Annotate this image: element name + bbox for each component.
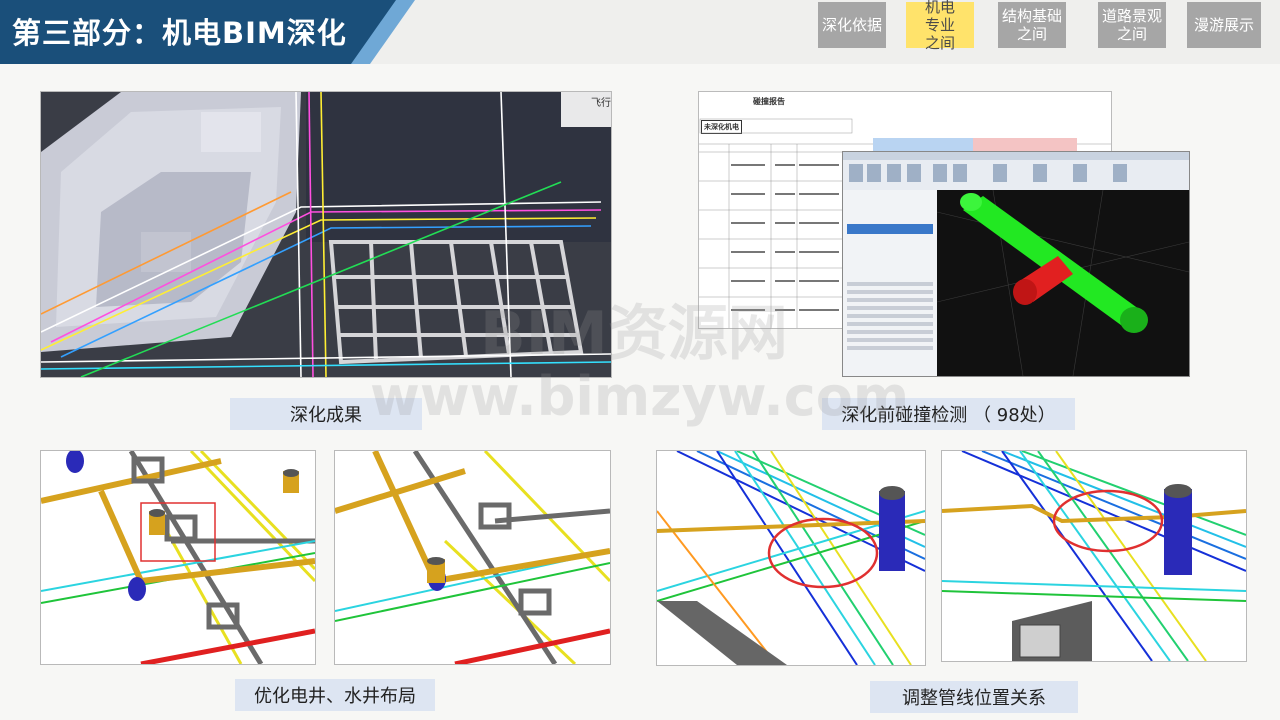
caption-pipes: 调整管线位置关系 (870, 681, 1078, 713)
caption-clash: 深化前碰撞检测 （ 98处） (822, 398, 1075, 430)
caption-shaft: 优化电井、水井布局 (235, 679, 435, 711)
tab-structure[interactable]: 结构基础之间 (998, 2, 1066, 48)
deepening-result-image: 飞行 (40, 91, 612, 378)
tab-basis[interactable]: 深化依据 (818, 2, 886, 48)
fly-label: 飞行 (591, 96, 611, 109)
page-title: 第三部分：机电BIM深化 (12, 16, 347, 50)
pipe-after-image (941, 450, 1247, 662)
pipe-before-image (656, 450, 926, 666)
shaft-before-image (40, 450, 316, 665)
tab-walkthrough[interactable]: 漫游展示 (1187, 2, 1261, 48)
navisworks-clash-screenshot (842, 151, 1190, 377)
shaft-after-image (334, 450, 611, 665)
caption-result: 深化成果 (230, 398, 422, 430)
tab-road[interactable]: 道路景观之间 (1098, 2, 1166, 48)
header-bar: 第三部分：机电BIM深化 深化依据 机电专业之间 结构基础之间 道路景观之间 漫… (0, 0, 1280, 64)
tab-mep[interactable]: 机电专业之间 (906, 0, 974, 52)
